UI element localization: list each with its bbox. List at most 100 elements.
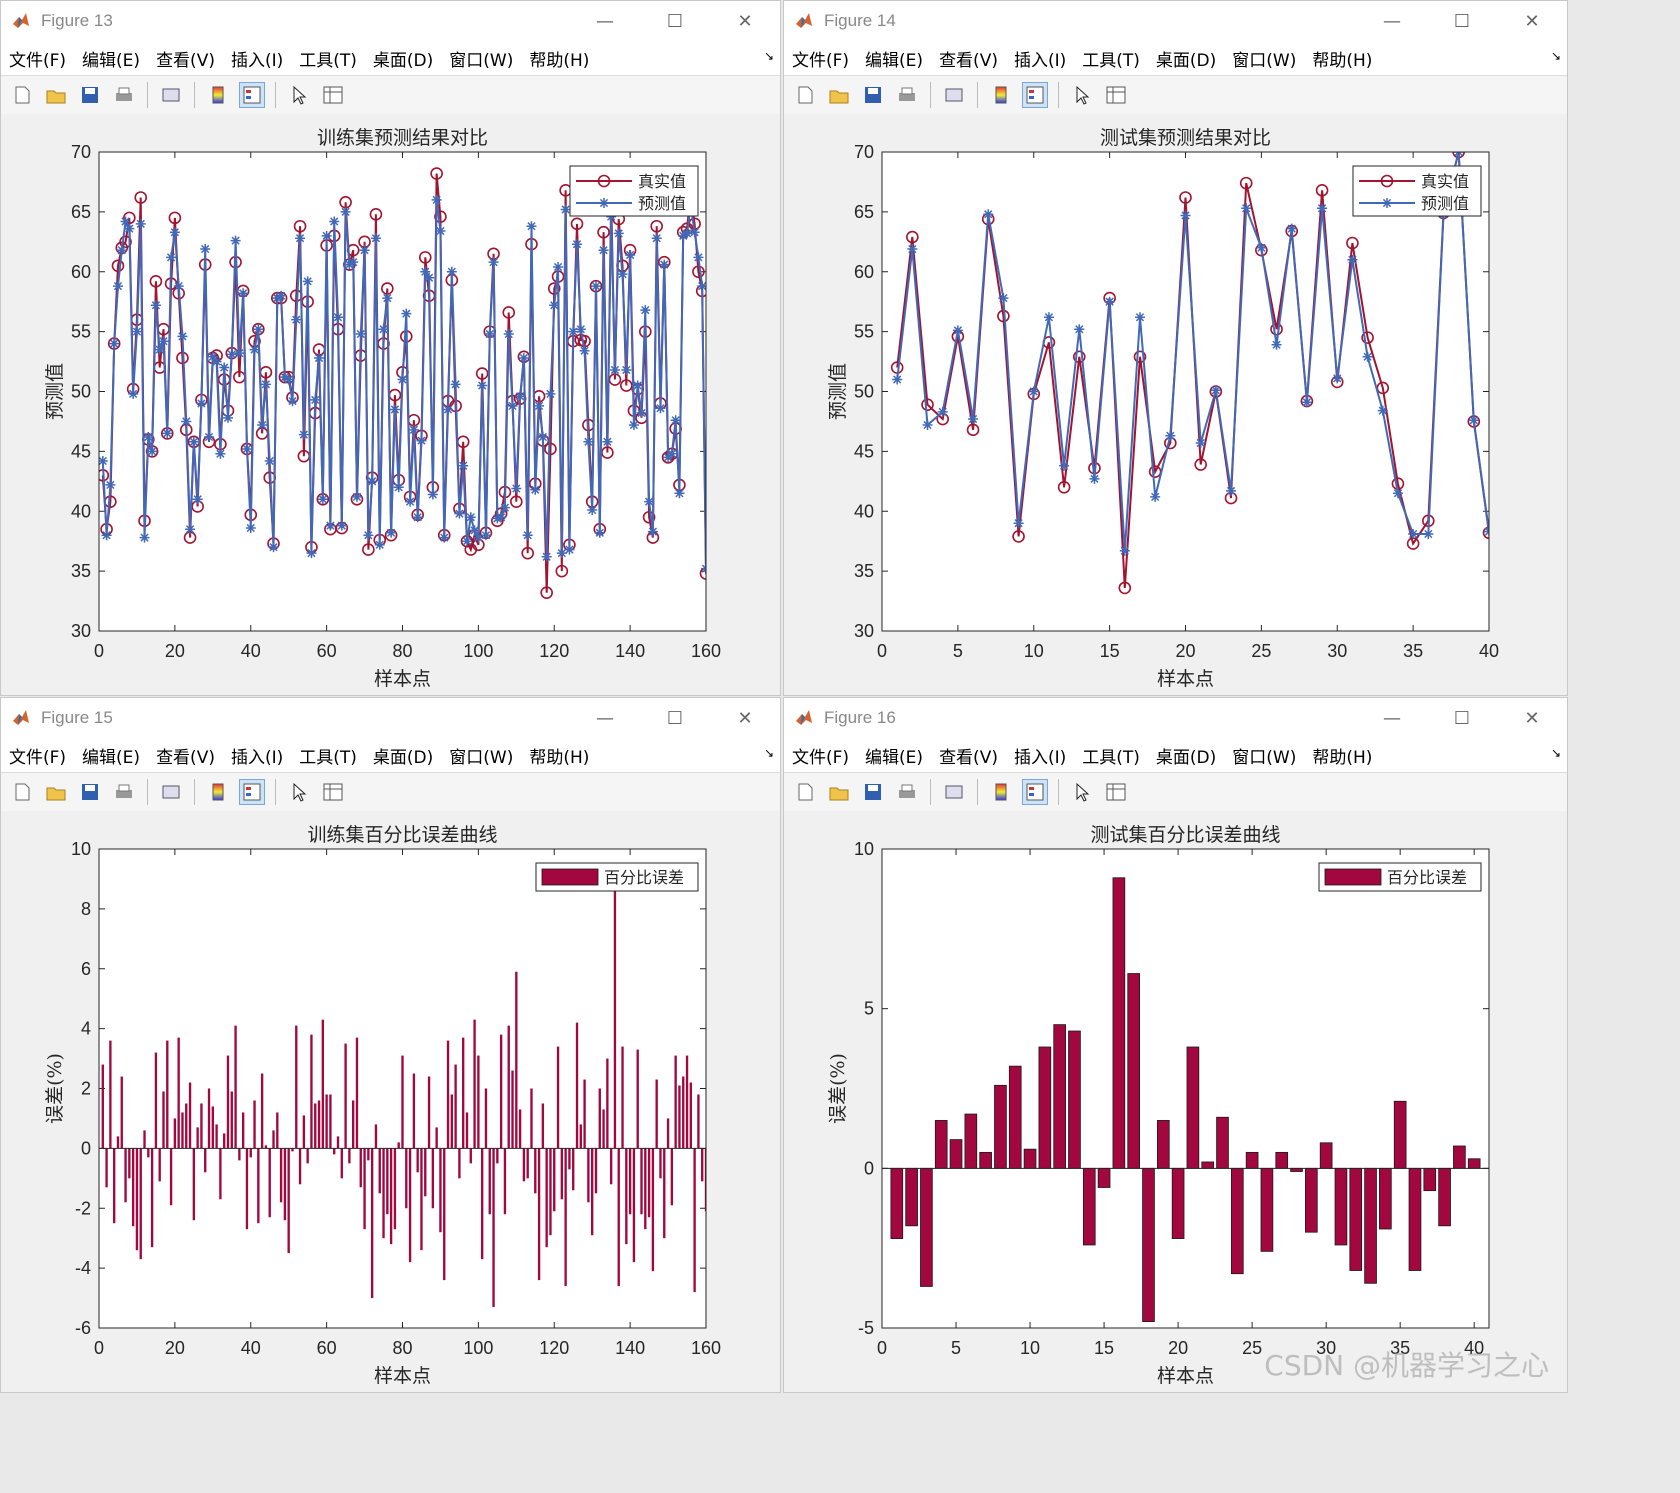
save-icon[interactable]: [77, 779, 103, 805]
bar: [329, 1094, 332, 1149]
menu-view[interactable]: 查看(V): [148, 743, 223, 768]
close-icon[interactable]: ✕: [710, 698, 780, 738]
bar: [591, 1148, 594, 1236]
axes-canvas[interactable]: 0 5 10 15 20 25 30 35 40 30 35 40 45 50 55 60 65 70 真实值预测值…: [784, 114, 1567, 696]
maximize-icon[interactable]: ☐: [640, 1, 710, 41]
menu-file[interactable]: 文件(F): [784, 46, 857, 71]
x-axis-label: 样本点: [1157, 1365, 1214, 1387]
menu-view[interactable]: 查看(V): [931, 46, 1006, 71]
menu-window[interactable]: 窗口(W): [1224, 46, 1304, 71]
menu-window[interactable]: 窗口(W): [441, 743, 521, 768]
colorbar-icon[interactable]: [988, 82, 1014, 108]
axes-canvas[interactable]: 0 5 10 15 20 25 30 35 40-50510百分比误差测试集百分比误差曲线样本点…: [784, 811, 1567, 1393]
bar: [408, 1148, 412, 1263]
minimize-icon[interactable]: —: [1357, 1, 1427, 41]
print-icon[interactable]: [111, 779, 137, 805]
bar: [241, 1112, 245, 1149]
link-plot-icon[interactable]: [158, 82, 184, 108]
close-icon[interactable]: ✕: [1497, 1, 1567, 41]
close-icon[interactable]: ✕: [1497, 698, 1567, 738]
minimize-icon[interactable]: —: [570, 1, 640, 41]
pointer-icon[interactable]: [286, 82, 312, 108]
dock-arrow-icon[interactable]: ↘: [764, 746, 774, 760]
menu-desktop[interactable]: 桌面(D): [365, 46, 441, 71]
new-figure-icon[interactable]: [792, 779, 818, 805]
print-icon[interactable]: [894, 82, 920, 108]
menu-edit[interactable]: 编辑(E): [74, 46, 148, 71]
close-icon[interactable]: ✕: [710, 1, 780, 41]
print-icon[interactable]: [894, 779, 920, 805]
colorbar-icon[interactable]: [988, 779, 1014, 805]
pointer-icon[interactable]: [1069, 779, 1095, 805]
open-file-icon[interactable]: [826, 779, 852, 805]
menu-insert[interactable]: 插入(I): [1006, 46, 1074, 71]
print-icon[interactable]: [111, 82, 137, 108]
open-file-icon[interactable]: [826, 82, 852, 108]
legend-icon[interactable]: [239, 779, 265, 805]
menu-file[interactable]: 文件(F): [1, 46, 74, 71]
axes-canvas[interactable]: 0 20 40 60 80 100 120 140 160 -6 -4 -2 0 2 4 6 8 10 百分比误差 训…: [1, 811, 780, 1393]
pointer-icon[interactable]: [1069, 82, 1095, 108]
menu-view[interactable]: 查看(V): [148, 46, 223, 71]
maximize-icon[interactable]: ☐: [640, 698, 710, 738]
title-bar[interactable]: Figure 14 — ☐ ✕: [784, 1, 1567, 41]
open-file-icon[interactable]: [43, 82, 69, 108]
minimize-icon[interactable]: —: [570, 698, 640, 738]
axes-canvas[interactable]: 0 20 40 60 80 100 120 140 160 30 35 40 45 50 55 60 65 70 真…: [1, 114, 780, 696]
menu-edit[interactable]: 编辑(E): [74, 743, 148, 768]
menu-help[interactable]: 帮助(H): [521, 743, 597, 768]
pointer-icon[interactable]: [286, 779, 312, 805]
data-point: [613, 228, 624, 239]
minimize-icon[interactable]: —: [1357, 698, 1427, 738]
save-icon[interactable]: [77, 82, 103, 108]
menu-file[interactable]: 文件(F): [784, 743, 857, 768]
dock-arrow-icon[interactable]: ↘: [1551, 49, 1561, 63]
save-icon[interactable]: [860, 779, 886, 805]
open-file-icon[interactable]: [43, 779, 69, 805]
new-figure-icon[interactable]: [9, 82, 35, 108]
menu-window[interactable]: 窗口(W): [1224, 743, 1304, 768]
title-bar[interactable]: Figure 13 — ☐ ✕: [1, 1, 780, 41]
menu-tools[interactable]: 工具(T): [291, 743, 365, 768]
menu-tools[interactable]: 工具(T): [291, 46, 365, 71]
property-editor-icon[interactable]: [320, 779, 346, 805]
link-plot-icon[interactable]: [941, 779, 967, 805]
link-plot-icon[interactable]: [941, 82, 967, 108]
maximize-icon[interactable]: ☐: [1427, 698, 1497, 738]
title-bar[interactable]: Figure 16 — ☐ ✕: [784, 698, 1567, 738]
colorbar-icon[interactable]: [205, 779, 231, 805]
menu-desktop[interactable]: 桌面(D): [1148, 46, 1224, 71]
menu-edit[interactable]: 编辑(E): [857, 743, 931, 768]
dock-arrow-icon[interactable]: ↘: [764, 49, 774, 63]
menu-insert[interactable]: 插入(I): [223, 46, 291, 71]
link-plot-icon[interactable]: [158, 779, 184, 805]
menu-edit[interactable]: 编辑(E): [857, 46, 931, 71]
menu-help[interactable]: 帮助(H): [521, 46, 597, 71]
menu-desktop[interactable]: 桌面(D): [365, 743, 441, 768]
property-editor-icon[interactable]: [1103, 779, 1129, 805]
data-point: [496, 512, 507, 523]
menu-view[interactable]: 查看(V): [931, 743, 1006, 768]
new-figure-icon[interactable]: [792, 82, 818, 108]
title-bar[interactable]: Figure 15 — ☐ ✕: [1, 698, 780, 738]
property-editor-icon[interactable]: [320, 82, 346, 108]
menu-window[interactable]: 窗口(W): [441, 46, 521, 71]
legend-icon[interactable]: [1022, 82, 1048, 108]
legend-icon[interactable]: [239, 82, 265, 108]
menu-help[interactable]: 帮助(H): [1304, 743, 1380, 768]
dock-arrow-icon[interactable]: ↘: [1551, 746, 1561, 760]
menu-insert[interactable]: 插入(I): [1006, 743, 1074, 768]
new-figure-icon[interactable]: [9, 779, 35, 805]
colorbar-icon[interactable]: [205, 82, 231, 108]
menu-file[interactable]: 文件(F): [1, 743, 74, 768]
data-point: [1059, 460, 1070, 471]
menu-tools[interactable]: 工具(T): [1074, 46, 1148, 71]
menu-help[interactable]: 帮助(H): [1304, 46, 1380, 71]
property-editor-icon[interactable]: [1103, 82, 1129, 108]
menu-tools[interactable]: 工具(T): [1074, 743, 1148, 768]
menu-insert[interactable]: 插入(I): [223, 743, 291, 768]
save-icon[interactable]: [860, 82, 886, 108]
maximize-icon[interactable]: ☐: [1427, 1, 1497, 41]
menu-desktop[interactable]: 桌面(D): [1148, 743, 1224, 768]
legend-icon[interactable]: [1022, 779, 1048, 805]
